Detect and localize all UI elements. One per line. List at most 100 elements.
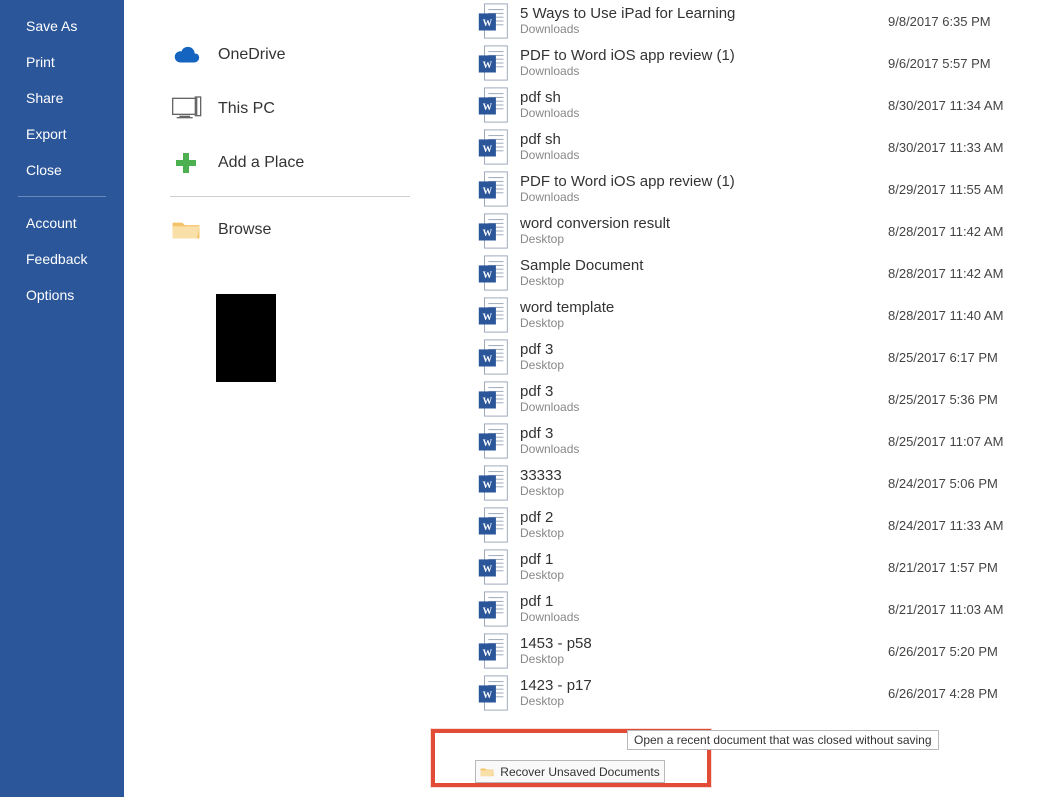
word-doc-icon: W: [478, 86, 510, 124]
file-date: 8/25/2017 5:36 PM: [888, 392, 1028, 407]
file-info: word templateDesktop: [520, 300, 888, 331]
nav-print[interactable]: Print: [0, 44, 124, 80]
file-name: pdf 3: [520, 426, 888, 443]
recent-file-row[interactable]: W pdf 3Downloads8/25/2017 11:07 AM: [478, 420, 1028, 462]
recover-button-label: Recover Unsaved Documents: [500, 765, 659, 779]
file-location: Downloads: [520, 190, 888, 204]
location-add-place[interactable]: Add a Place: [170, 136, 430, 190]
word-doc-icon: W: [478, 44, 510, 82]
nav-account[interactable]: Account: [0, 205, 124, 241]
svg-text:W: W: [483, 397, 493, 407]
nav-export[interactable]: Export: [0, 116, 124, 152]
file-location: Downloads: [520, 400, 888, 414]
file-info: pdf shDownloads: [520, 90, 888, 121]
file-date: 8/21/2017 1:57 PM: [888, 560, 1028, 575]
svg-text:W: W: [483, 481, 493, 491]
nav-save-as[interactable]: Save As: [0, 8, 124, 44]
recover-unsaved-button[interactable]: Recover Unsaved Documents: [475, 760, 665, 783]
file-info: word conversion resultDesktop: [520, 216, 888, 247]
word-doc-icon: W: [478, 674, 510, 712]
recent-file-row[interactable]: W pdf 1Desktop8/21/2017 1:57 PM: [478, 546, 1028, 588]
file-info: 1453 - p58Desktop: [520, 636, 888, 667]
file-name: pdf 3: [520, 384, 888, 401]
file-location: Desktop: [520, 232, 888, 246]
svg-text:W: W: [483, 313, 493, 323]
recent-file-row[interactable]: W word templateDesktop8/28/2017 11:40 AM: [478, 294, 1028, 336]
recent-file-row[interactable]: W 1453 - p58Desktop6/26/2017 5:20 PM: [478, 630, 1028, 672]
file-info: PDF to Word iOS app review (1)Downloads: [520, 174, 888, 205]
word-doc-icon: W: [478, 2, 510, 40]
recent-file-row[interactable]: W pdf shDownloads8/30/2017 11:34 AM: [478, 84, 1028, 126]
location-label: Add a Place: [218, 154, 304, 172]
file-location: Downloads: [520, 610, 888, 624]
recent-file-row[interactable]: W PDF to Word iOS app review (1)Download…: [478, 168, 1028, 210]
location-divider: [170, 196, 410, 197]
nav-close[interactable]: Close: [0, 152, 124, 188]
file-info: pdf 3Downloads: [520, 384, 888, 415]
recent-file-row[interactable]: W word conversion resultDesktop8/28/2017…: [478, 210, 1028, 252]
location-onedrive[interactable]: OneDrive: [170, 28, 430, 82]
word-doc-icon: W: [478, 632, 510, 670]
file-location: Desktop: [520, 568, 888, 582]
file-name: word conversion result: [520, 216, 888, 233]
file-name: 1423 - p17: [520, 678, 888, 695]
recent-file-row[interactable]: W Sample DocumentDesktop8/28/2017 11:42 …: [478, 252, 1028, 294]
svg-text:W: W: [483, 565, 493, 575]
file-date: 8/30/2017 11:34 AM: [888, 98, 1028, 113]
file-name: pdf 3: [520, 342, 888, 359]
file-date: 8/24/2017 5:06 PM: [888, 476, 1028, 491]
recent-file-row[interactable]: W 33333Desktop8/24/2017 5:06 PM: [478, 462, 1028, 504]
recent-file-row[interactable]: W pdf 3Desktop8/25/2017 6:17 PM: [478, 336, 1028, 378]
word-doc-icon: W: [478, 170, 510, 208]
recent-file-row[interactable]: W pdf 2Desktop8/24/2017 11:33 AM: [478, 504, 1028, 546]
word-doc-icon: W: [478, 128, 510, 166]
svg-text:W: W: [483, 607, 493, 617]
file-name: pdf 2: [520, 510, 888, 527]
file-location: Downloads: [520, 442, 888, 456]
file-name: pdf 1: [520, 594, 888, 611]
nav-share[interactable]: Share: [0, 80, 124, 116]
location-thispc[interactable]: This PC: [170, 82, 430, 136]
recent-file-row[interactable]: W pdf shDownloads8/30/2017 11:33 AM: [478, 126, 1028, 168]
location-browse[interactable]: Browse: [170, 203, 430, 257]
svg-text:W: W: [483, 271, 493, 281]
backstage-sidebar: Save As Print Share Export Close Account…: [0, 0, 124, 797]
file-info: pdf 1Downloads: [520, 594, 888, 625]
svg-text:W: W: [483, 691, 493, 701]
recent-file-row[interactable]: W pdf 3Downloads8/25/2017 5:36 PM: [478, 378, 1028, 420]
word-doc-icon: W: [478, 464, 510, 502]
word-doc-icon: W: [478, 254, 510, 292]
file-date: 9/8/2017 6:35 PM: [888, 14, 1028, 29]
file-name: PDF to Word iOS app review (1): [520, 48, 888, 65]
folder-icon: [480, 766, 494, 778]
file-info: pdf shDownloads: [520, 132, 888, 163]
svg-text:W: W: [483, 649, 493, 659]
svg-text:W: W: [483, 61, 493, 71]
word-doc-icon: W: [478, 338, 510, 376]
sidebar-divider: [18, 196, 106, 197]
nav-feedback[interactable]: Feedback: [0, 241, 124, 277]
file-name: 1453 - p58: [520, 636, 888, 653]
location-label: This PC: [218, 100, 275, 118]
file-location: Downloads: [520, 106, 888, 120]
recent-file-row[interactable]: W pdf 1Downloads8/21/2017 11:03 AM: [478, 588, 1028, 630]
svg-text:W: W: [483, 103, 493, 113]
file-date: 6/26/2017 4:28 PM: [888, 686, 1028, 701]
word-doc-icon: W: [478, 380, 510, 418]
file-name: word template: [520, 300, 888, 317]
word-doc-icon: W: [478, 296, 510, 334]
file-info: pdf 2Desktop: [520, 510, 888, 541]
thispc-icon: [170, 93, 202, 125]
file-name: pdf sh: [520, 90, 888, 107]
recent-file-row[interactable]: W 1423 - p17Desktop6/26/2017 4:28 PM: [478, 672, 1028, 714]
recent-file-row[interactable]: W 5 Ways to Use iPad for LearningDownloa…: [478, 0, 1028, 42]
folder-icon: [170, 214, 202, 246]
file-location: Desktop: [520, 484, 888, 498]
file-date: 8/28/2017 11:40 AM: [888, 308, 1028, 323]
recent-file-row[interactable]: W PDF to Word iOS app review (1)Download…: [478, 42, 1028, 84]
word-doc-icon: W: [478, 212, 510, 250]
svg-text:W: W: [483, 355, 493, 365]
file-date: 6/26/2017 5:20 PM: [888, 644, 1028, 659]
open-locations: OneDrive This PC Add a Place Browse: [170, 0, 430, 257]
nav-options[interactable]: Options: [0, 277, 124, 313]
